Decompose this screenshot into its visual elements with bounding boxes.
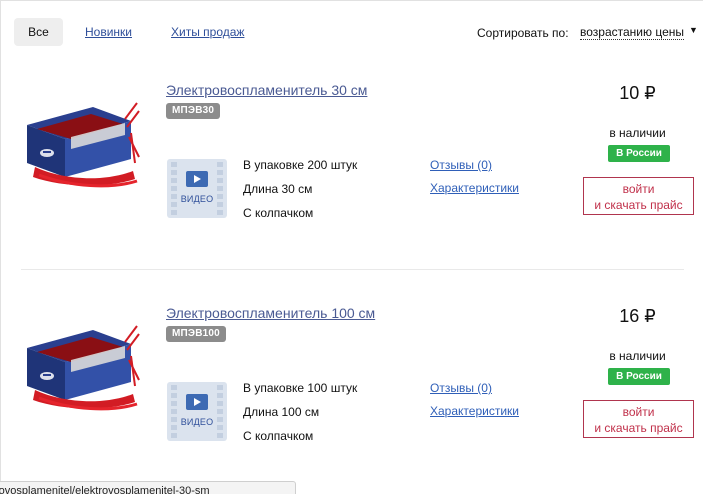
stock-region-badge: В России: [608, 368, 670, 385]
spec-length: Длина 30 см: [243, 182, 313, 196]
login-download-price-button[interactable]: войти и скачать прайс: [583, 177, 694, 215]
caret-down-icon[interactable]: ▼: [689, 25, 698, 35]
product-card: Электровоспламенитель 100 см МПЭВ100 ВИД…: [1, 296, 703, 494]
browser-status-url: rovosplamenitel/elektrovosplamenitel-30-…: [0, 481, 296, 494]
product-card: Электровоспламенитель 30 см МПЭВ30 ВИДЕО…: [1, 73, 703, 288]
video-button[interactable]: ВИДЕО: [167, 159, 227, 218]
sort-label: Сортировать по:: [477, 26, 569, 40]
play-icon: [186, 394, 208, 410]
tab-new[interactable]: Новинки: [85, 25, 132, 39]
login-button-line2: и скачать прайс: [594, 198, 683, 212]
spec-length: Длина 100 см: [243, 405, 320, 419]
sku-badge: МПЭВ30: [166, 103, 221, 119]
login-button-line2: и скачать прайс: [594, 421, 683, 435]
product-title-link[interactable]: Электровоспламенитель 100 см: [166, 305, 375, 321]
tab-all[interactable]: Все: [14, 18, 63, 46]
tab-hits[interactable]: Хиты продаж: [171, 25, 244, 39]
login-button-line1: войти: [622, 405, 655, 419]
catalog-panel: Все Новинки Хиты продаж Сортировать по: …: [0, 0, 703, 494]
reviews-link[interactable]: Отзывы (0): [430, 381, 492, 395]
video-button[interactable]: ВИДЕО: [167, 382, 227, 441]
spec-cap: С колпачком: [243, 206, 314, 220]
price: 10 ₽: [619, 83, 656, 103]
characteristics-link[interactable]: Характеристики: [430, 181, 519, 195]
sort-select[interactable]: возрастанию цены: [580, 26, 684, 40]
product-image[interactable]: [21, 320, 141, 422]
video-label: ВИДЕО: [180, 417, 214, 427]
film-strip: [217, 382, 223, 441]
play-icon: [186, 171, 208, 187]
stock-region-badge: В России: [608, 145, 670, 162]
film-strip: [171, 159, 177, 218]
spec-pack: В упаковке 100 штук: [243, 381, 358, 395]
film-strip: [217, 159, 223, 218]
spec-cap: С колпачком: [243, 429, 314, 443]
characteristics-link[interactable]: Характеристики: [430, 404, 519, 418]
spec-pack: В упаковке 200 штук: [243, 158, 358, 172]
stock-status: в наличии: [609, 126, 666, 140]
video-label: ВИДЕО: [180, 194, 214, 204]
login-button-line1: войти: [622, 182, 655, 196]
film-strip: [171, 382, 177, 441]
product-title-link[interactable]: Электровоспламенитель 30 см: [166, 82, 367, 98]
sku-badge: МПЭВ100: [166, 326, 226, 342]
stock-status: в наличии: [609, 349, 666, 363]
login-download-price-button[interactable]: войти и скачать прайс: [583, 400, 694, 438]
reviews-link[interactable]: Отзывы (0): [430, 158, 492, 172]
product-image[interactable]: [21, 97, 141, 199]
product-divider: [21, 269, 684, 270]
price: 16 ₽: [619, 306, 656, 326]
